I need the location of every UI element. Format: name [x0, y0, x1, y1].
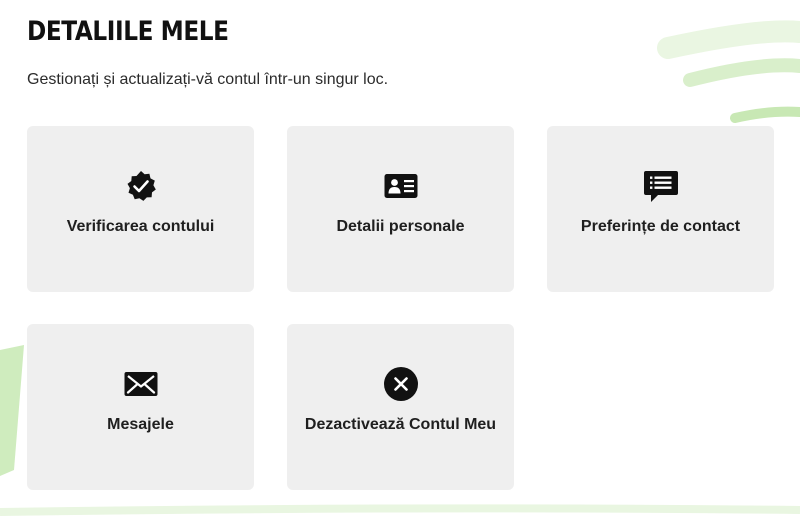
chat-bubble-icon	[643, 168, 679, 204]
page-title: DETALIILE MELE	[27, 16, 229, 47]
verified-badge-icon	[123, 168, 159, 204]
card-label: Dezactivează Contul Meu	[304, 416, 497, 433]
card-label: Detalii personale	[336, 218, 465, 235]
deactivate-account-card[interactable]: Dezactivează Contul Meu	[287, 324, 514, 490]
envelope-icon	[123, 366, 159, 402]
page-subtitle: Gestionați și actualizați-vă contul într…	[27, 71, 389, 88]
card-label: Verificarea contului	[66, 218, 215, 235]
close-circle-icon	[383, 366, 419, 402]
messages-card[interactable]: Mesajele	[27, 324, 254, 490]
contact-preferences-card[interactable]: Preferințe de contact	[547, 126, 774, 292]
card-label: Preferințe de contact	[580, 218, 741, 235]
personal-details-card[interactable]: Detalii personale	[287, 126, 514, 292]
id-card-icon	[383, 168, 419, 204]
card-label: Mesajele	[107, 416, 174, 433]
account-verification-card[interactable]: Verificarea contului	[27, 126, 254, 292]
